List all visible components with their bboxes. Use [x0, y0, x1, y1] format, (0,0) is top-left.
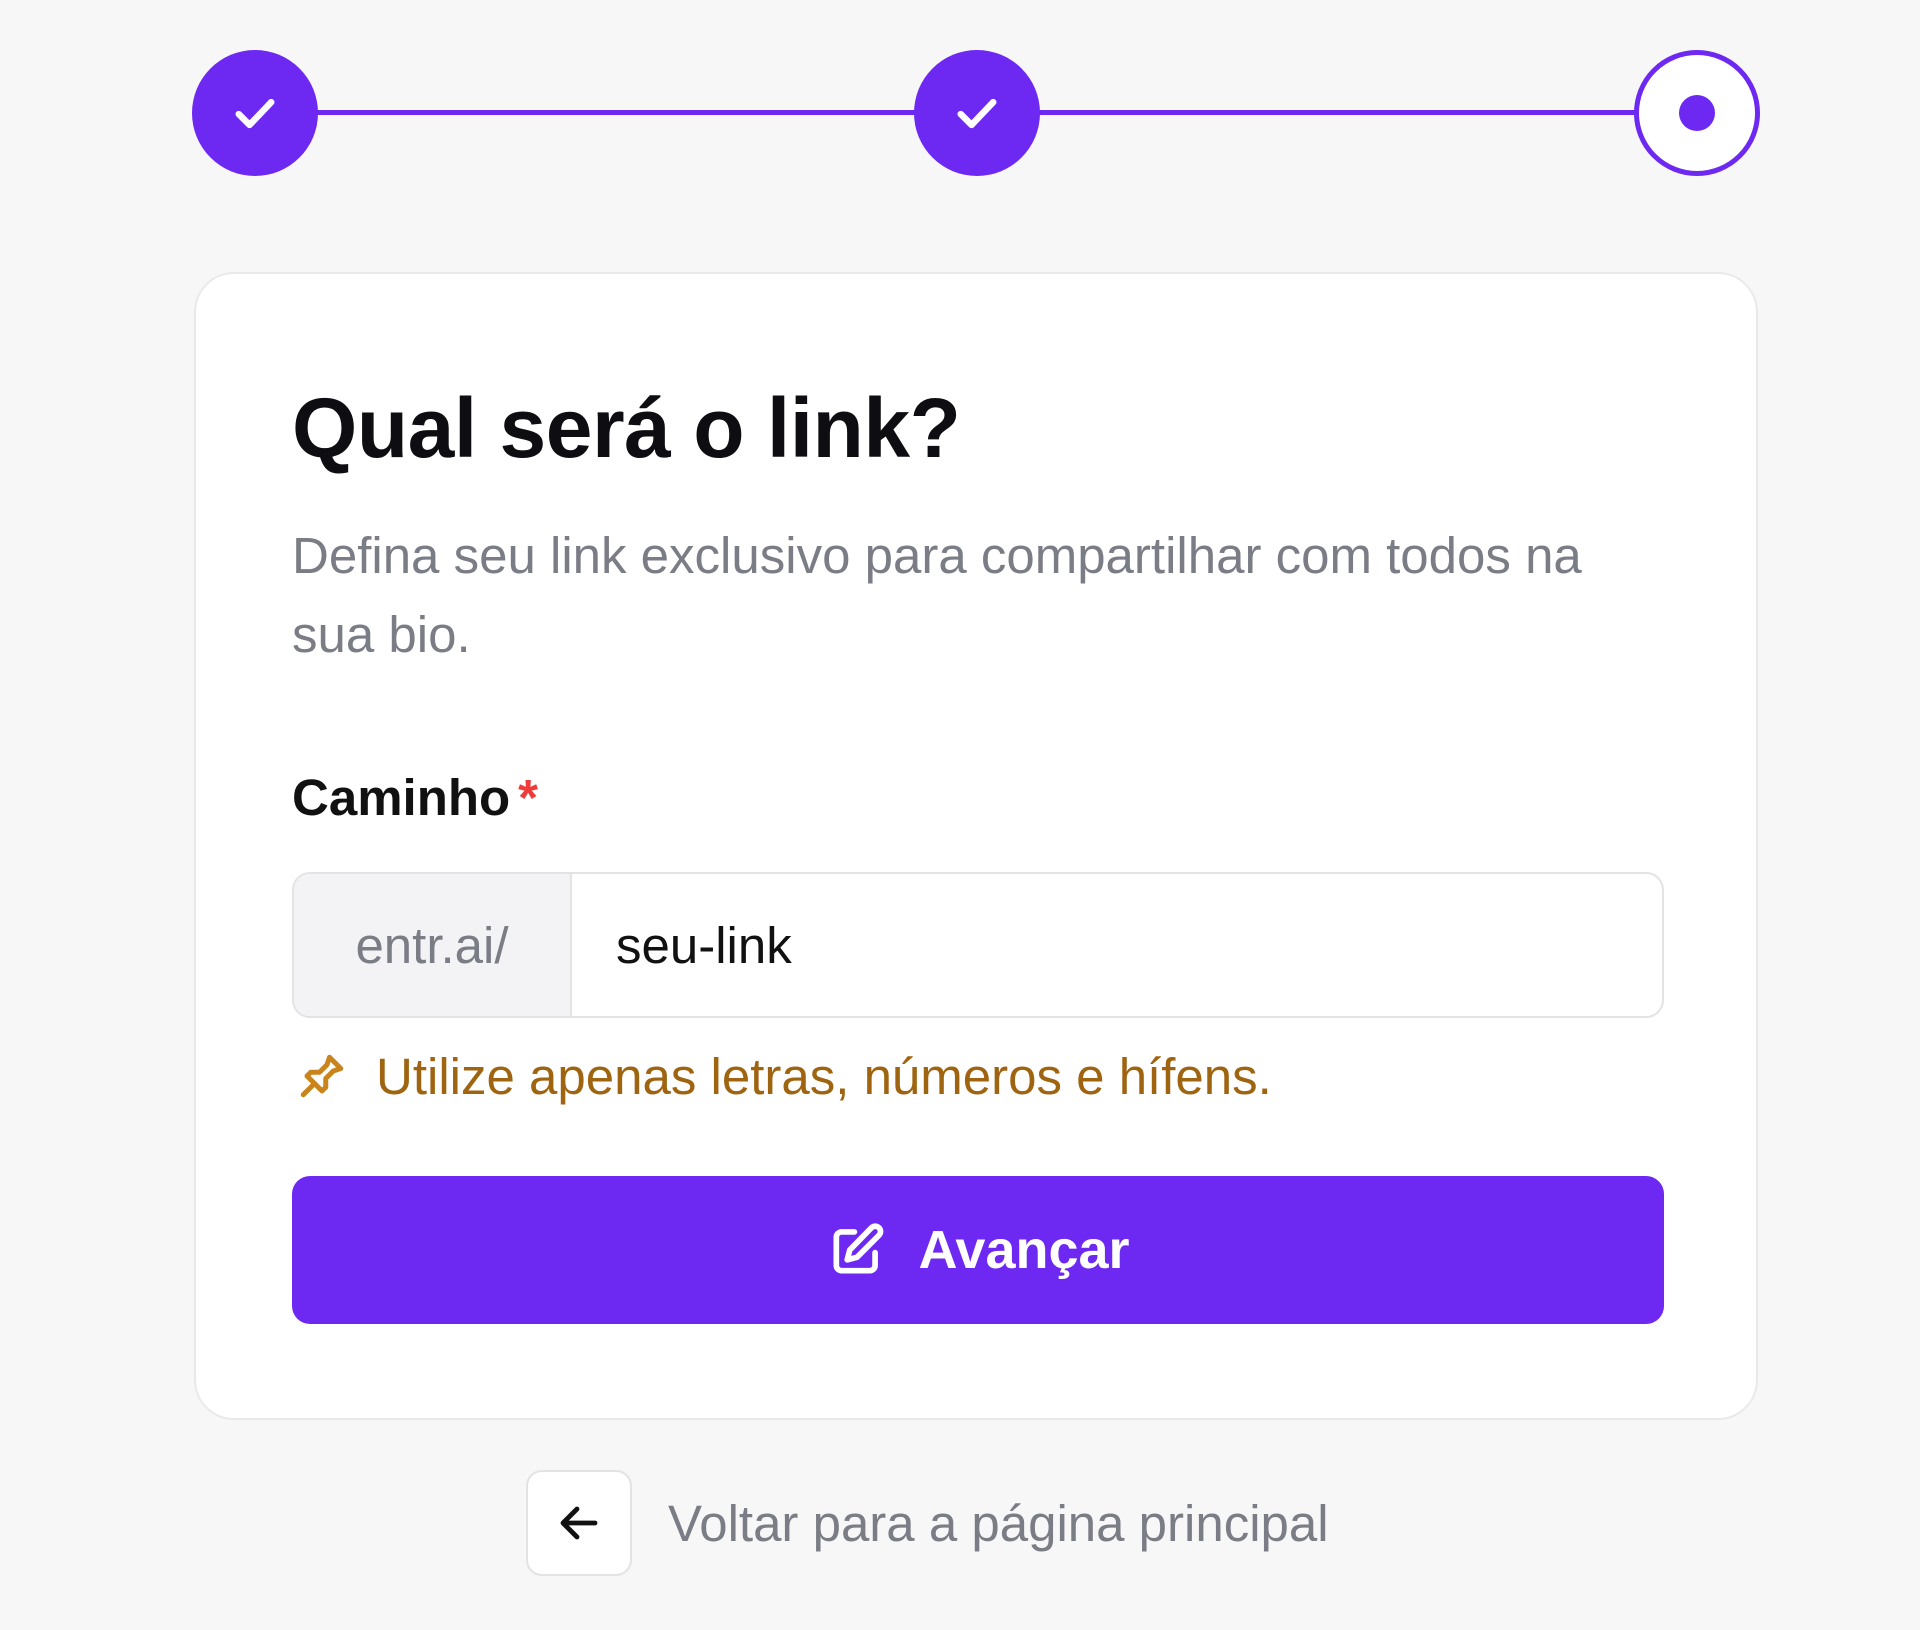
step-2-completed: [914, 50, 1040, 176]
advance-button-label: Avançar: [918, 1220, 1130, 1280]
back-to-home-link[interactable]: Voltar para a página principal: [526, 1470, 1329, 1576]
required-mark: *: [518, 769, 539, 826]
edit-icon: [826, 1219, 888, 1281]
stepper-connector-2: [1038, 110, 1640, 115]
step-3-current: [1634, 50, 1760, 176]
stepper-connector-1: [312, 110, 916, 115]
dot-icon: [1679, 95, 1715, 131]
back-label[interactable]: Voltar para a página principal: [668, 1494, 1329, 1553]
check-icon: [235, 98, 275, 129]
url-prefix: entr.ai/: [294, 874, 572, 1016]
path-field-label: Caminho *: [292, 768, 538, 827]
page-subtitle: Defina seu link exclusivo para compartil…: [292, 527, 1582, 663]
path-input[interactable]: [572, 874, 1662, 1016]
check-icon: [957, 98, 997, 129]
hint-text: Utilize apenas letras, números e hífens.: [376, 1047, 1272, 1105]
path-hint: Utilize apenas letras, números e hífens.: [292, 1046, 1272, 1106]
page-title: Qual será o link?: [292, 381, 961, 475]
progress-stepper: [192, 50, 1760, 176]
path-input-group: entr.ai/: [292, 872, 1664, 1018]
advance-button[interactable]: Avançar: [292, 1176, 1664, 1324]
step-1-completed: [192, 50, 318, 176]
pin-icon: [292, 1046, 352, 1106]
link-setup-card: Qual será o link? Defina seu link exclus…: [194, 272, 1758, 1420]
path-label-text: Caminho: [292, 769, 511, 826]
arrow-left-icon: [560, 1506, 598, 1540]
back-button[interactable]: [526, 1470, 632, 1576]
